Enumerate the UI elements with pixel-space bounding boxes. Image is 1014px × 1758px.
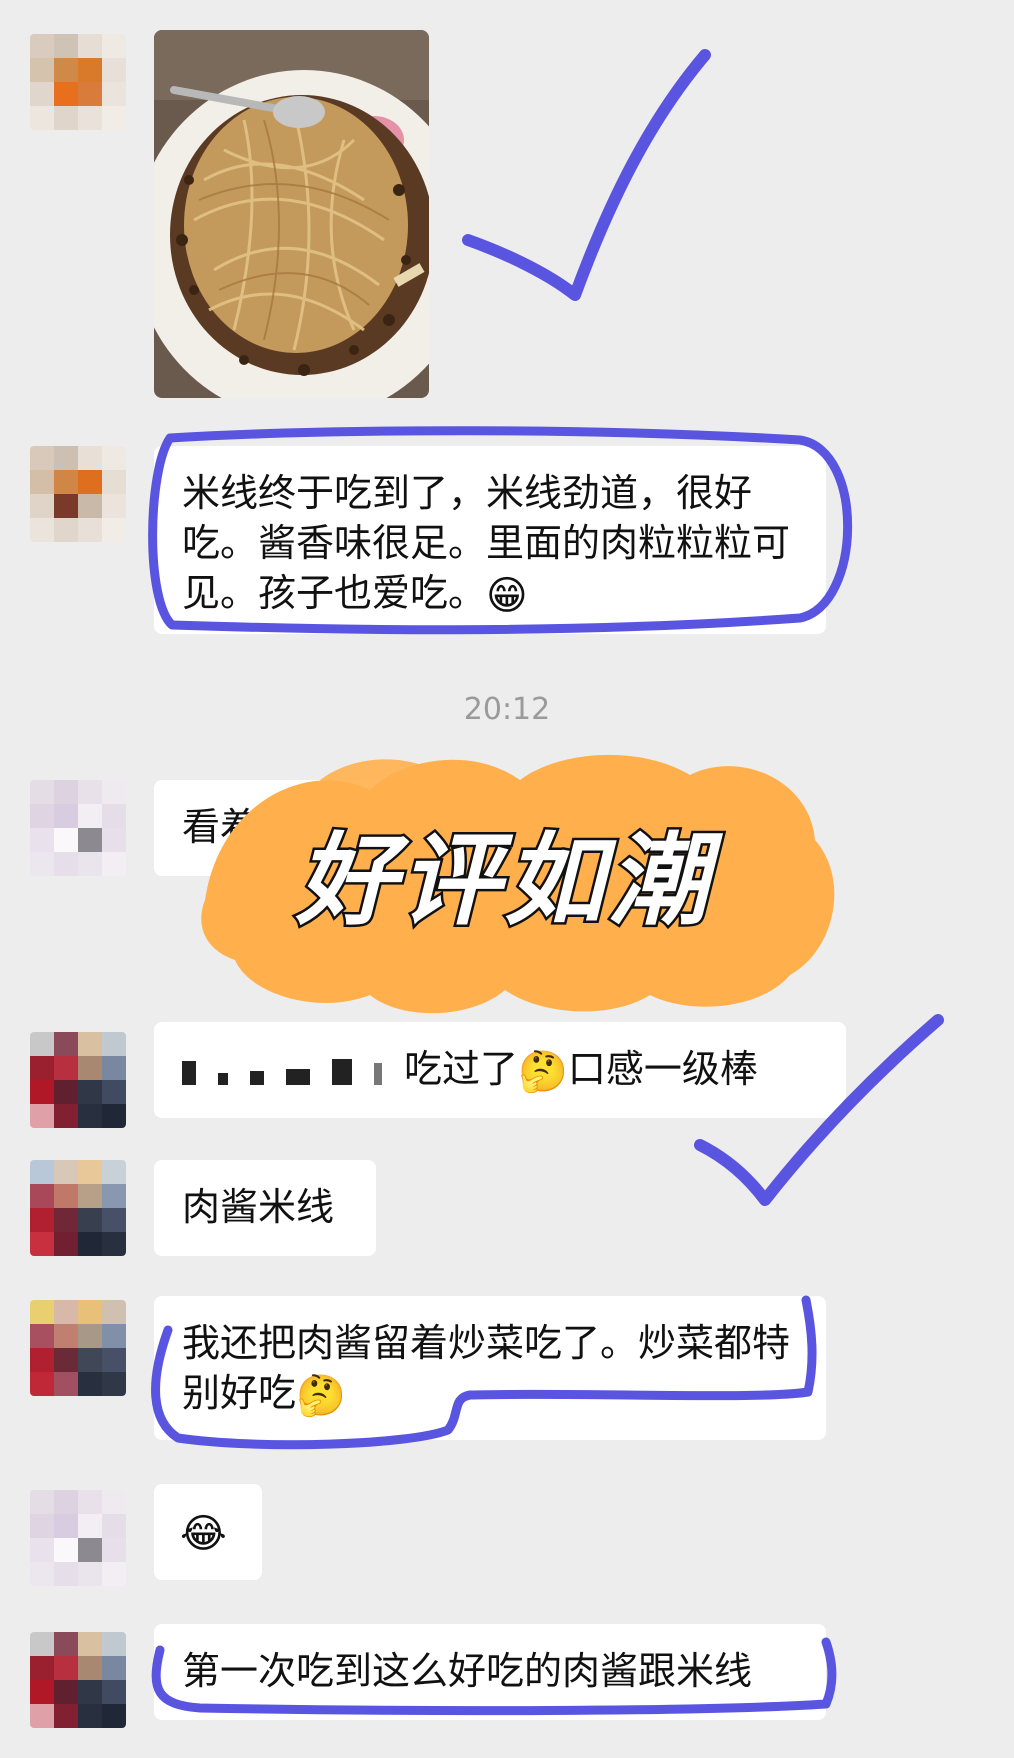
grin-emoji-icon: 😁	[486, 572, 528, 619]
avatar[interactable]	[30, 34, 126, 130]
message-bubble[interactable]: 肉酱米线	[154, 1160, 376, 1256]
message-text: 我还把肉酱留着炒菜吃了。炒菜都特别好吃	[182, 1321, 791, 1415]
message-text: 看着	[182, 805, 259, 849]
message-bubble[interactable]: 😂	[154, 1484, 262, 1580]
message-text: 吃过了	[404, 1047, 519, 1091]
message-text: 第一次吃到这么好吃的肉酱跟米线	[182, 1649, 753, 1693]
message-text: 肉酱米线	[182, 1185, 335, 1229]
food-photo	[154, 30, 429, 398]
avatar[interactable]	[30, 780, 126, 876]
redacted-text	[182, 1047, 404, 1097]
message-text-after: 口感一级棒	[567, 1047, 758, 1091]
message-bubble[interactable]: 吃过了🤔口感一级棒	[154, 1022, 846, 1118]
avatar[interactable]	[30, 1490, 126, 1586]
message-bubble[interactable]: 第一次吃到这么好吃的肉酱跟米线	[154, 1624, 826, 1720]
message-bubble[interactable]: 看着	[154, 780, 454, 876]
annotation-overlay: 好评如潮	[148, 49, 944, 1716]
thinking-emoji-icon: 🤔	[518, 1048, 568, 1095]
message-bubble[interactable]: 我还把肉酱留着炒菜吃了。炒菜都特别好吃🤔	[154, 1296, 826, 1440]
avatar[interactable]	[30, 446, 126, 542]
thinking-emoji-icon: 🤔	[296, 1372, 346, 1419]
avatar[interactable]	[30, 1300, 126, 1396]
avatar[interactable]	[30, 1632, 126, 1728]
avatar[interactable]	[30, 1160, 126, 1256]
message-bubble[interactable]: 米线终于吃到了，米线劲道，很好吃。酱香味很足。里面的肉粒粒粒可见。孩子也爱吃。😁	[154, 446, 826, 634]
checkmark-icon	[462, 49, 711, 301]
timestamp: 20:12	[463, 692, 551, 727]
food-photo-message[interactable]	[154, 30, 429, 398]
avatar[interactable]	[30, 1032, 126, 1128]
tears-of-joy-emoji-icon: 😂	[180, 1510, 227, 1557]
